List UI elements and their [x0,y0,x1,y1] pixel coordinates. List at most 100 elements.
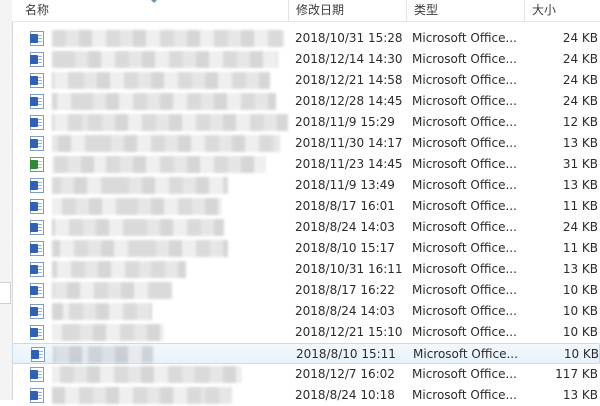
word-doc-icon [30,136,44,151]
file-type: Microsoft Office... [412,199,517,213]
column-header-type[interactable]: 类型 [406,0,524,21]
word-doc-icon [30,241,44,256]
file-row[interactable]: 2018/10/31 16:11 Microsoft Office... 13 KB [12,259,600,280]
file-size: 11 KB [562,241,598,255]
file-size: 24 KB [562,220,598,234]
pane-splitter-handle[interactable] [0,282,11,304]
file-type: Microsoft Office... [412,31,517,45]
file-modified-date: 2018/8/17 16:01 [295,199,395,213]
file-type: Microsoft Office... [412,136,517,150]
file-name-redacted [52,324,164,341]
file-list: 名称 修改日期 类型 大小 2018/10/31 15:28 Microsoft … [12,0,600,404]
file-modified-date: 2018/8/10 15:17 [295,241,395,255]
file-name-redacted [52,114,288,131]
file-type: Microsoft Office... [412,283,517,297]
file-modified-date: 2018/10/31 16:11 [295,262,403,276]
file-type: Microsoft Office... [412,94,517,108]
file-rows: 2018/10/31 15:28 Microsoft Office... 24 KB… [12,28,600,406]
file-name-redacted [52,177,228,194]
word-doc-icon [30,325,44,340]
word-doc-icon [30,52,44,67]
file-row[interactable]: 2018/10/31 15:28 Microsoft Office... 24 KB [12,28,600,49]
file-type: Microsoft Office... [412,304,517,318]
word-doc-icon [30,73,44,88]
file-row[interactable]: 2018/8/17 16:22 Microsoft Office... 10 KB [12,280,600,301]
file-modified-date: 2018/12/28 14:45 [295,94,403,108]
file-size: 13 KB [562,388,598,402]
column-header-size[interactable]: 大小 [524,0,600,21]
file-type: Microsoft Office... [412,325,517,339]
column-header-date[interactable]: 修改日期 [288,0,406,21]
file-modified-date: 2018/11/9 15:29 [295,115,395,129]
file-row[interactable]: 2018/8/24 14:03 Microsoft Office... 10 KB [12,301,600,322]
file-size: 13 KB [562,262,598,276]
file-modified-date: 2018/12/7 16:02 [295,367,395,381]
file-size: 24 KB [562,94,598,108]
file-row[interactable]: 2018/12/21 14:58 Microsoft Office... 24 KB [12,70,600,91]
file-row[interactable]: 2018/11/9 15:29 Microsoft Office... 12 KB [12,112,600,133]
file-row[interactable]: 2018/8/10 15:17 Microsoft Office... 11 KB [12,238,600,259]
file-name-redacted [52,261,186,278]
file-type: Microsoft Office... [412,388,517,402]
file-type: Microsoft Office... [412,115,517,129]
file-type: Microsoft Office... [412,157,517,171]
file-type: Microsoft Office... [412,262,517,276]
file-size: 10 KB [563,347,599,361]
file-name-redacted [52,282,172,299]
word-doc-icon [30,115,44,130]
file-name-redacted [53,346,153,363]
file-size: 11 KB [562,199,598,213]
word-doc-icon [30,283,44,298]
file-size: 10 KB [562,325,598,339]
column-header-name[interactable]: 名称 [18,0,288,21]
file-size: 13 KB [562,136,598,150]
word-doc-icon [30,199,44,214]
file-type: Microsoft Office... [412,367,517,381]
file-name-redacted [52,135,280,152]
file-row[interactable]: 2018/12/21 15:10 Microsoft Office... 10 KB [12,322,600,343]
file-modified-date: 2018/12/21 15:10 [295,325,403,339]
word-doc-icon [30,178,44,193]
file-row[interactable]: 2018/8/24 14:03 Microsoft Office... 24 KB [12,217,600,238]
file-size: 10 KB [562,283,598,297]
file-size: 12 KB [562,115,598,129]
word-doc-icon [30,220,44,235]
word-doc-icon [31,347,45,362]
file-name-redacted [52,30,284,47]
file-name-redacted [52,303,152,320]
file-name-redacted [52,93,276,110]
excel-sheet-icon [30,157,44,172]
file-name-redacted [52,72,270,89]
file-row[interactable]: 2018/8/10 15:11 Microsoft Office... 10 KB [12,343,600,364]
file-size: 10 KB [562,304,598,318]
file-modified-date: 2018/8/24 10:18 [295,388,395,402]
file-size: 24 KB [562,31,598,45]
file-row[interactable]: 2018/11/23 14:45 Microsoft Office... 31 KB [12,154,600,175]
file-size: 24 KB [562,52,598,66]
file-modified-date: 2018/10/31 15:28 [295,31,403,45]
file-name-redacted [52,51,278,68]
file-type: Microsoft Office... [412,178,517,192]
file-modified-date: 2018/12/21 14:58 [295,73,403,87]
file-name-redacted [52,387,232,404]
file-row[interactable]: 2018/12/7 16:02 Microsoft Office... 117 KB [12,364,600,385]
file-row[interactable]: 2018/11/30 14:17 Microsoft Office... 13 KB [12,133,600,154]
file-size: 117 KB [555,367,598,381]
file-row[interactable]: 2018/8/24 10:18 Microsoft Office... 13 KB [12,385,600,406]
word-doc-icon [30,304,44,319]
file-row[interactable]: 2018/8/17 16:01 Microsoft Office... 11 KB [12,196,600,217]
file-type: Microsoft Office... [413,347,518,361]
word-doc-icon [30,367,44,382]
word-doc-icon [30,388,44,403]
file-row[interactable]: 2018/12/28 14:45 Microsoft Office... 24 KB [12,91,600,112]
file-row[interactable]: 2018/12/14 14:30 Microsoft Office... 24 KB [12,49,600,70]
word-doc-icon [30,31,44,46]
file-size: 31 KB [562,157,598,171]
file-size: 13 KB [562,178,598,192]
file-row[interactable]: 2018/11/9 13:49 Microsoft Office... 13 KB [12,175,600,196]
file-name-redacted [52,156,266,173]
file-name-redacted [52,198,222,215]
file-name-redacted [52,240,228,257]
word-doc-icon [30,262,44,277]
file-modified-date: 2018/8/10 15:11 [296,347,396,361]
